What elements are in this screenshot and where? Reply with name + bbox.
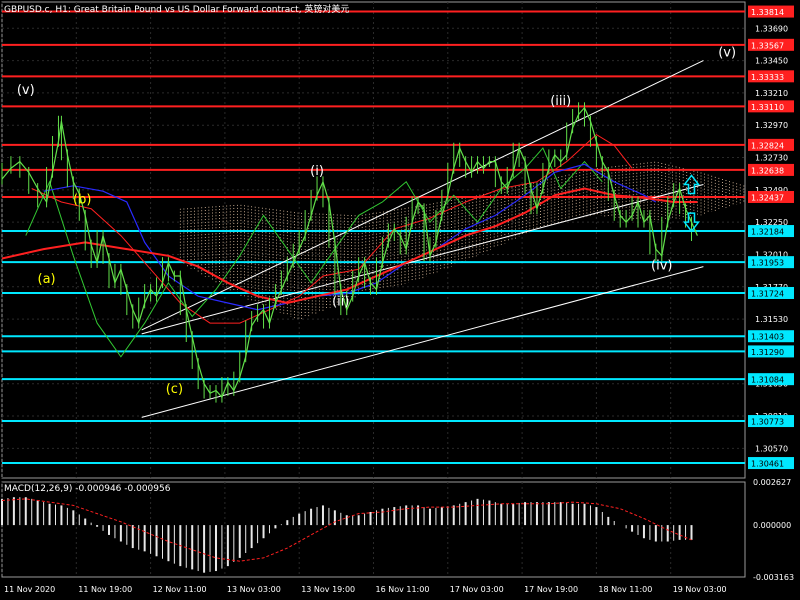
- level-price-label: 1.33567: [751, 41, 784, 50]
- x-tick-label: 13 Nov 19:00: [301, 585, 355, 594]
- wave-label: (ii): [332, 295, 349, 310]
- macd-y-tick-label: -0.003163: [753, 573, 794, 582]
- level-price-label: 1.30461: [751, 460, 784, 469]
- level-price-label: 1.33814: [751, 8, 784, 17]
- wave-label: (iv): [651, 258, 672, 273]
- level-price-label: 1.32824: [751, 141, 784, 150]
- level-price-label: 1.31290: [751, 348, 784, 357]
- chart-window[interactable]: (v) (b) (a) (c) (i) (ii) (iii) (iv) (v) 1.33690 1.…: [0, 0, 800, 600]
- wave-label: (iii): [550, 94, 571, 109]
- x-tick-label: 11 Nov 2020: [4, 585, 55, 594]
- macd-signal-line: [1, 498, 692, 562]
- x-tick-label: 18 Nov 11:00: [598, 585, 652, 594]
- level-price-label: 1.32638: [751, 166, 784, 175]
- x-tick-label: 16 Nov 11:00: [376, 585, 430, 594]
- wave-label: (b): [73, 192, 91, 207]
- wave-label: (c): [166, 382, 183, 397]
- y-tick-label: 1.31530: [755, 315, 788, 324]
- macd-y-tick-label: 0.000000: [753, 521, 791, 530]
- level-price-label: 1.31724: [751, 289, 784, 298]
- wave-label: (v): [17, 83, 35, 98]
- x-tick-label: 11 Nov 19:00: [78, 585, 132, 594]
- chart-title: GBPUSD.c, H1: Great Britain Pound vs US …: [4, 5, 350, 15]
- x-tick-label: 17 Nov 03:00: [450, 585, 504, 594]
- x-tick-label: 12 Nov 11:00: [153, 585, 207, 594]
- level-price-label: 1.31953: [751, 259, 784, 268]
- y-tick-label: 1.33450: [755, 57, 788, 66]
- macd-y-tick-label: 0.002627: [753, 478, 791, 487]
- wave-label: (a): [38, 272, 56, 287]
- x-tick-label: 17 Nov 19:00: [524, 585, 578, 594]
- y-tick-label: 1.33210: [755, 89, 788, 98]
- x-tick-label: 13 Nov 03:00: [227, 585, 281, 594]
- x-tick-label: 19 Nov 03:00: [673, 585, 727, 594]
- moving-average-red: [1, 187, 698, 305]
- level-price-label: 1.33333: [751, 73, 784, 82]
- level-price-label: 1.31403: [751, 333, 784, 342]
- level-price-label: 1.30773: [751, 418, 784, 427]
- y-tick-label: 1.33690: [755, 24, 788, 33]
- y-tick-label: 1.30570: [755, 444, 788, 453]
- price-line: [1, 106, 698, 399]
- y-tick-label: 1.32730: [755, 154, 788, 163]
- wave-label: (i): [310, 164, 324, 179]
- y-tick-label: 1.32970: [755, 121, 788, 130]
- macd-title: MACD(12,26,9) -0.000946 -0.000956: [4, 484, 171, 494]
- ichimoku-chikou-line: [25, 147, 603, 358]
- level-price-label: 1.31084: [751, 376, 784, 385]
- level-price-label: 1.32437: [751, 193, 784, 202]
- level-price-label: 1.33110: [751, 103, 784, 112]
- chart-canvas[interactable]: (v) (b) (a) (c) (i) (ii) (iii) (iv) (v) 1.33690 1.…: [0, 0, 800, 600]
- level-price-label: 1.32184: [751, 228, 784, 237]
- wave-label: (v): [718, 46, 736, 61]
